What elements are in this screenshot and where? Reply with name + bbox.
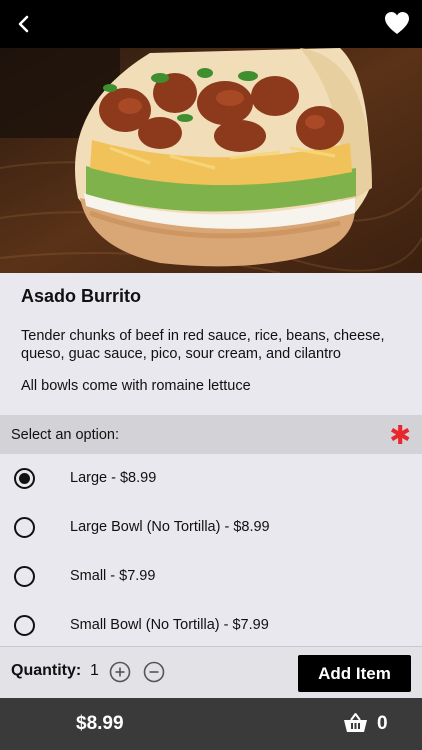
back-button[interactable] (10, 10, 38, 38)
required-asterisk-icon: ✱ (389, 420, 411, 450)
add-item-button[interactable]: Add Item (298, 655, 411, 692)
plus-circle-icon (109, 661, 131, 683)
radio-button[interactable] (14, 566, 35, 587)
order-total: $8.99 (76, 713, 124, 734)
favorite-button[interactable] (382, 9, 412, 37)
option-small-bowl[interactable]: Small Bowl (No Tortilla) - $7.99 (0, 601, 422, 650)
cart-button[interactable] (343, 712, 368, 734)
heart-icon (385, 12, 409, 34)
decrement-button[interactable] (143, 661, 165, 683)
minus-circle-icon (143, 661, 165, 683)
item-info: Asado Burrito Tender chunks of beef in r… (0, 273, 422, 415)
product-image (0, 48, 422, 273)
increment-button[interactable] (109, 661, 131, 683)
bottom-bar: $8.99 0 (0, 698, 422, 750)
quantity-value: 1 (90, 662, 99, 679)
option-large-bowl[interactable]: Large Bowl (No Tortilla) - $8.99 (0, 503, 422, 552)
radio-button[interactable] (14, 517, 35, 538)
top-bar (0, 0, 422, 48)
options-header: Select an option: ✱ (0, 415, 422, 454)
item-note: All bowls come with romaine lettuce (21, 378, 251, 394)
cart-count: 0 (377, 713, 388, 734)
basket-icon (344, 713, 367, 732)
option-small[interactable]: Small - $7.99 (0, 552, 422, 601)
radio-dot (19, 473, 30, 484)
option-label: Small - $7.99 (70, 568, 156, 584)
radio-button-selected[interactable] (14, 468, 35, 489)
item-description: Tender chunks of beef in red sauce, rice… (21, 328, 385, 362)
radio-button[interactable] (14, 615, 35, 636)
option-label: Large - $8.99 (70, 470, 157, 486)
quantity-label: Quantity: (11, 662, 82, 679)
option-label: Large Bowl (No Tortilla) - $8.99 (70, 519, 270, 535)
quantity-bar: Quantity: 1 Add Item (0, 646, 422, 698)
option-label: Small Bowl (No Tortilla) - $7.99 (70, 617, 269, 633)
item-title: Asado Burrito (21, 286, 142, 306)
option-large[interactable]: Large - $8.99 (0, 454, 422, 503)
options-header-label: Select an option: (11, 427, 120, 443)
chevron-left-icon (18, 15, 29, 33)
